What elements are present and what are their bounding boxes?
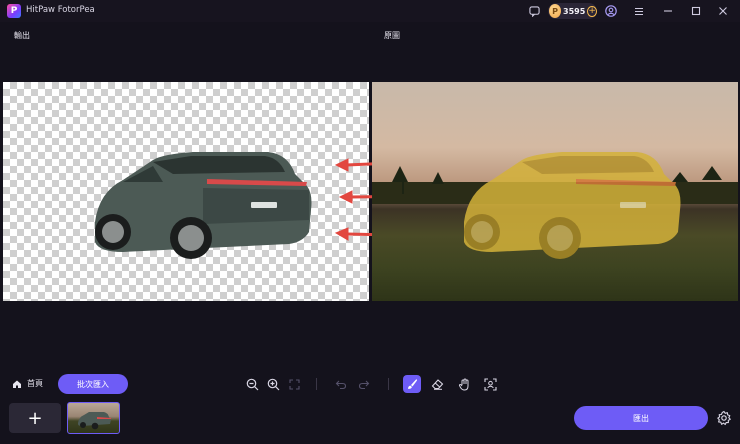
close-icon[interactable] [716, 4, 730, 18]
toolbar-divider [388, 378, 389, 390]
fit-screen-icon[interactable] [285, 375, 303, 393]
batch-import-button[interactable]: 批次匯入 [58, 374, 128, 394]
undo-icon[interactable] [332, 375, 350, 393]
add-image-button[interactable]: + [9, 403, 61, 433]
home-icon [13, 380, 21, 388]
export-button[interactable]: 匯出 [574, 406, 708, 430]
title-bar: P HitPaw FotorPea P 3595 + [0, 0, 740, 22]
app-logo: P [7, 4, 21, 18]
original-preview[interactable] [372, 82, 738, 301]
credits-count: 3595 [563, 6, 586, 16]
maximize-icon[interactable] [689, 4, 703, 18]
account-icon[interactable] [604, 4, 618, 18]
select-subject-icon[interactable] [481, 375, 499, 393]
image-thumbnail[interactable] [67, 402, 120, 434]
brush-icon[interactable] [403, 375, 421, 393]
gear-icon[interactable] [716, 410, 732, 426]
hand-icon[interactable] [455, 375, 473, 393]
coin-icon: P [549, 4, 562, 18]
redo-icon[interactable] [355, 375, 373, 393]
menu-icon[interactable] [632, 4, 646, 18]
home-label: 首頁 [27, 379, 43, 388]
minimize-icon[interactable] [661, 4, 675, 18]
output-preview[interactable] [3, 82, 369, 301]
add-credits-icon[interactable]: + [587, 5, 597, 17]
chat-icon[interactable] [527, 4, 541, 18]
eraser-icon[interactable] [428, 375, 446, 393]
zoom-out-icon[interactable] [243, 375, 261, 393]
car-cutout-image [95, 152, 312, 259]
original-label: 原圖 [384, 31, 400, 40]
zoom-in-icon[interactable] [264, 375, 282, 393]
thumbnail-car-image [78, 412, 111, 430]
home-button[interactable]: 首頁 [12, 378, 43, 389]
bottom-toolbar: 首頁 批次匯入 [0, 370, 740, 398]
toolbar-divider [316, 378, 317, 390]
output-label: 輸出 [14, 31, 30, 40]
app-title: HitPaw FotorPea [26, 5, 95, 15]
credits-badge[interactable]: P 3595 + [548, 3, 597, 19]
original-image [372, 152, 738, 259]
